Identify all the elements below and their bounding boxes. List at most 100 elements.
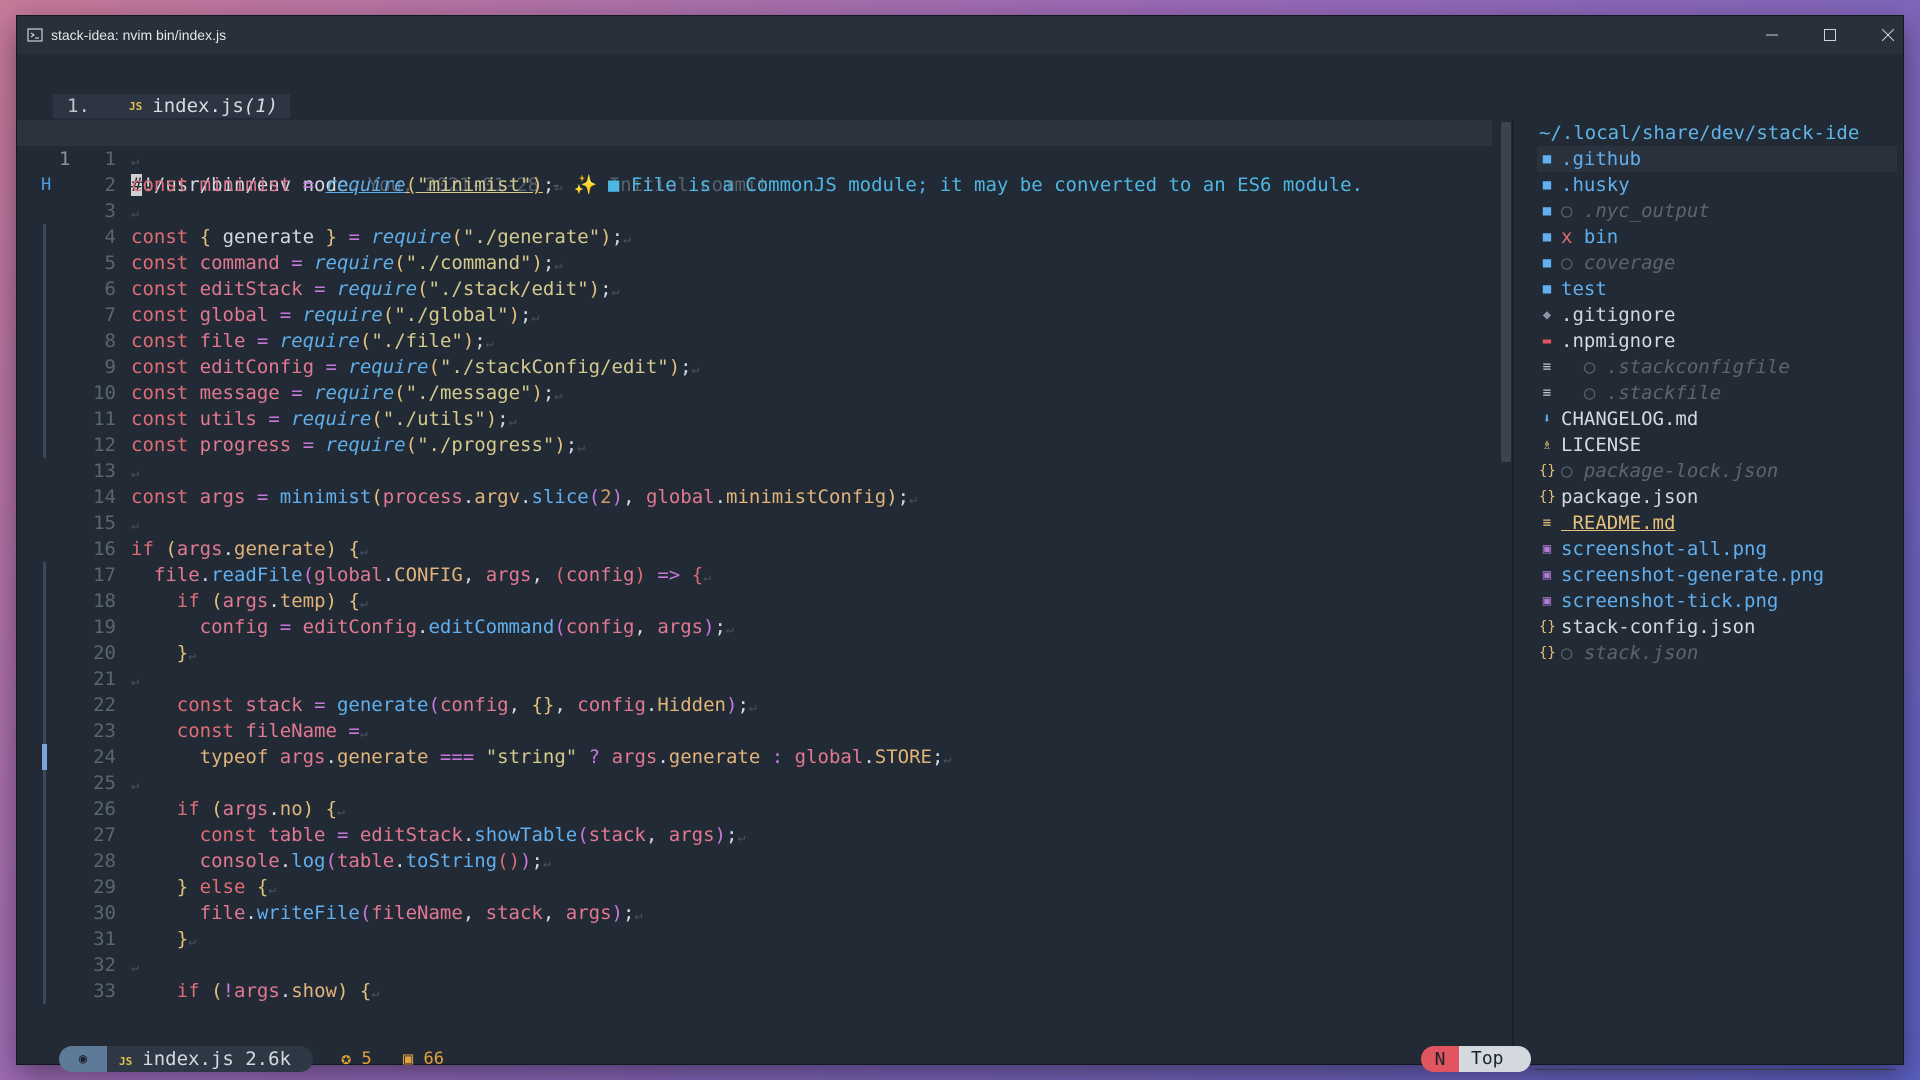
code-line[interactable]: 13 ↵	[17, 458, 1492, 484]
minimize-button[interactable]	[1743, 16, 1801, 54]
code-line[interactable]: 32 ↵	[17, 952, 1492, 978]
folder-icon: ■	[1542, 151, 1552, 167]
git-sign	[43, 900, 46, 926]
code-line[interactable]: 25 ↵	[17, 770, 1492, 796]
tree-root-path[interactable]: ~/.local/share/dev/stack-ide	[1537, 120, 1897, 146]
tree-item[interactable]: ≡ ○ .stackfile	[1537, 380, 1897, 406]
line-content: const minimist = require("minimist");↵ ■…	[131, 174, 1363, 196]
line-number: 19	[93, 616, 116, 638]
folder-icon: ■	[1542, 281, 1552, 297]
text-file-icon: ≡	[1542, 385, 1552, 401]
code-line[interactable]: 9 const editConfig = require("./stackConf…	[17, 354, 1492, 380]
code-line[interactable]: 4 const { generate } = require("./generat…	[17, 224, 1492, 250]
nvim-editor[interactable]: 1. JS index.js (1) 1 #!/usr/bin/env node…	[17, 54, 1903, 1072]
terminal-window: stack-idea: nvim bin/index.js 1. JS inde…	[17, 16, 1903, 1072]
tree-item[interactable]: ≡ README.md	[1537, 510, 1897, 536]
tree-item-label: screenshot-generate.png	[1561, 564, 1825, 586]
code-line[interactable]: 5 const command = require("./command");↵	[17, 250, 1492, 276]
line-content: const stack = generate(config, {}, confi…	[176, 694, 757, 716]
code-line[interactable]: 22 const stack = generate(config, {}, co…	[17, 692, 1492, 718]
json-icon: {}	[1539, 645, 1556, 661]
tree-item[interactable]: {} package.json	[1537, 484, 1897, 510]
tree-item[interactable]: {} ○ package-lock.json	[1537, 458, 1897, 484]
tree-item[interactable]: {} stack-config.json	[1537, 614, 1897, 640]
window-split-divider[interactable]	[1512, 120, 1514, 1056]
tree-item[interactable]: ■ ○ .nyc_output	[1537, 198, 1897, 224]
git-sign	[43, 406, 46, 432]
git-sign	[43, 224, 46, 250]
code-line[interactable]: 33 if (!args.show) {↵	[17, 978, 1492, 1004]
code-line[interactable]: 6 const editStack = require("./stack/edit…	[17, 276, 1492, 302]
tree-item[interactable]: {} ○ stack.json	[1537, 640, 1897, 666]
tree-item[interactable]: ⬇ CHANGELOG.md	[1537, 406, 1897, 432]
git-sign	[43, 770, 46, 796]
line-number: 11	[93, 408, 116, 430]
code-line[interactable]: 20 }↵	[17, 640, 1492, 666]
git-sign	[43, 354, 46, 380]
code-line[interactable]: 27 const table = editStack.showTable(sta…	[17, 822, 1492, 848]
git-sign	[43, 926, 46, 952]
git-sign	[43, 848, 46, 874]
minimize-icon	[1766, 34, 1778, 36]
code-line[interactable]: H 2 const minimist = require("minimist");↵…	[17, 172, 1492, 198]
line-content: ↵	[131, 466, 139, 481]
folder-icon: ■	[1542, 255, 1552, 271]
code-line[interactable]: 19 config = editConfig.editCommand(confi…	[17, 614, 1492, 640]
tree-item[interactable]: ▬ .npmignore	[1537, 328, 1897, 354]
tree-item[interactable]: ■ test	[1537, 276, 1897, 302]
line-number: 6	[104, 278, 116, 300]
code-line[interactable]: 23 const fileName =↵	[17, 718, 1492, 744]
scrollbar[interactable]	[1501, 122, 1511, 462]
git-sign	[43, 328, 46, 354]
tab-number: 1.	[67, 95, 90, 117]
code-line[interactable]: 8 const file = require("./file");↵	[17, 328, 1492, 354]
code-line[interactable]: 7 const global = require("./global");↵	[17, 302, 1492, 328]
code-line[interactable]: 12 const progress = require("./progress")…	[17, 432, 1492, 458]
code-line[interactable]: 10 const message = require("./message");↵	[17, 380, 1492, 406]
line-content: ↵	[131, 960, 139, 975]
tree-item[interactable]: ≡ ○ .stackconfigfile	[1537, 354, 1897, 380]
tree-item[interactable]: ■ ○ coverage	[1537, 250, 1897, 276]
tree-item[interactable]: ▣ screenshot-tick.png	[1537, 588, 1897, 614]
code-line[interactable]: 24 typeof args.generate === "string" ? a…	[17, 744, 1492, 770]
git-sign	[43, 302, 46, 328]
buffer-tab[interactable]: 1. JS index.js (1)	[53, 94, 291, 118]
warning-icon: ✪	[341, 1049, 352, 1069]
tree-item[interactable]: ♗ LICENSE	[1537, 432, 1897, 458]
code-line[interactable]: 31 }↵	[17, 926, 1492, 952]
code-line[interactable]: 26 if (args.no) {↵	[17, 796, 1492, 822]
line-number: 20	[93, 642, 116, 664]
tree-item[interactable]: ■ x bin	[1537, 224, 1897, 250]
tree-item[interactable]: ◆ .gitignore	[1537, 302, 1897, 328]
title-bar[interactable]: stack-idea: nvim bin/index.js	[17, 16, 1903, 54]
code-line[interactable]: 28 console.log(table.toString());↵	[17, 848, 1492, 874]
line-content: const { generate } = require("./generate…	[131, 226, 631, 248]
code-line[interactable]: 29 } else {↵	[17, 874, 1492, 900]
code-line[interactable]: 15 ↵	[17, 510, 1492, 536]
tree-item[interactable]: ■ .github	[1537, 146, 1897, 172]
tree-item-label: .gitignore	[1561, 304, 1676, 326]
code-line[interactable]: 11 const utils = require("./utils");↵	[17, 406, 1492, 432]
close-button[interactable]	[1859, 16, 1917, 54]
tree-root-label: ~/.local/share/dev/stack-ide	[1539, 122, 1860, 144]
tree-item[interactable]: ■ .husky	[1537, 172, 1897, 198]
line-number: 17	[93, 564, 116, 586]
maximize-button[interactable]	[1801, 16, 1859, 54]
code-line[interactable]: 17 file.readFile(global.CONFIG, args, (c…	[17, 562, 1492, 588]
code-line[interactable]: 1 #!/usr/bin/env node↵ You, 2021-01-28 -…	[17, 120, 1492, 196]
tree-item[interactable]: ▣ screenshot-generate.png	[1537, 562, 1897, 588]
tree-item-label: ○ .stackconfigfile	[1561, 356, 1790, 378]
code-line[interactable]: 1 ↵	[17, 146, 1492, 172]
tree-item-label: README.md	[1572, 512, 1676, 534]
code-line[interactable]: 30 file.writeFile(fileName, stack, args)…	[17, 900, 1492, 926]
code-line[interactable]: 18 if (args.temp) {↵	[17, 588, 1492, 614]
code-line[interactable]: 14 const args = minimist(process.argv.sli…	[17, 484, 1492, 510]
code-line[interactable]: 3 ↵	[17, 198, 1492, 224]
git-sign	[43, 250, 46, 276]
line-content: ↵	[131, 206, 139, 221]
tree-item[interactable]: ▣ screenshot-all.png	[1537, 536, 1897, 562]
tree-item-label: .husky	[1561, 174, 1630, 196]
tab-count: (1)	[243, 95, 279, 117]
code-line[interactable]: 16 if (args.generate) {↵	[17, 536, 1492, 562]
code-line[interactable]: 21 ↵	[17, 666, 1492, 692]
